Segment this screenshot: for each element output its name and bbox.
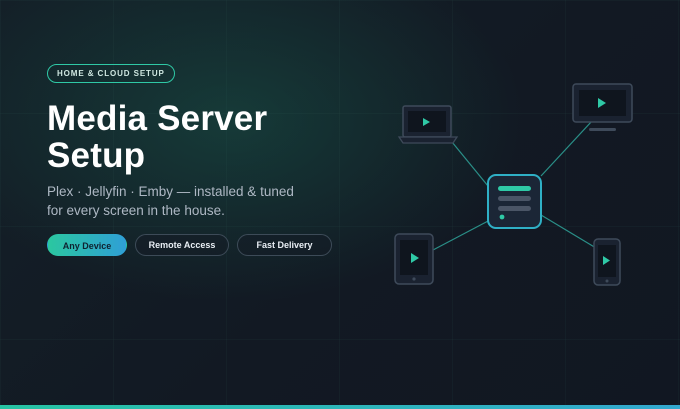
pill-fast-delivery[interactable]: Fast Delivery [237, 234, 332, 256]
device-network-diagram [394, 83, 633, 286]
server-icon [487, 174, 542, 229]
tablet-icon [394, 233, 434, 285]
page-title: Media Server Setup [47, 99, 268, 175]
bottom-accent-bar [0, 405, 680, 409]
pill-remote-access[interactable]: Remote Access [135, 234, 229, 256]
laptop-icon [397, 105, 459, 144]
pill-any-device[interactable]: Any Device [47, 234, 127, 256]
page-subtitle: Plex · Jellyfin · Emby — installed & tun… [47, 184, 294, 218]
monitor-icon [572, 83, 633, 131]
phone-icon [593, 238, 621, 286]
category-badge: HOME & CLOUD SETUP [47, 64, 175, 83]
